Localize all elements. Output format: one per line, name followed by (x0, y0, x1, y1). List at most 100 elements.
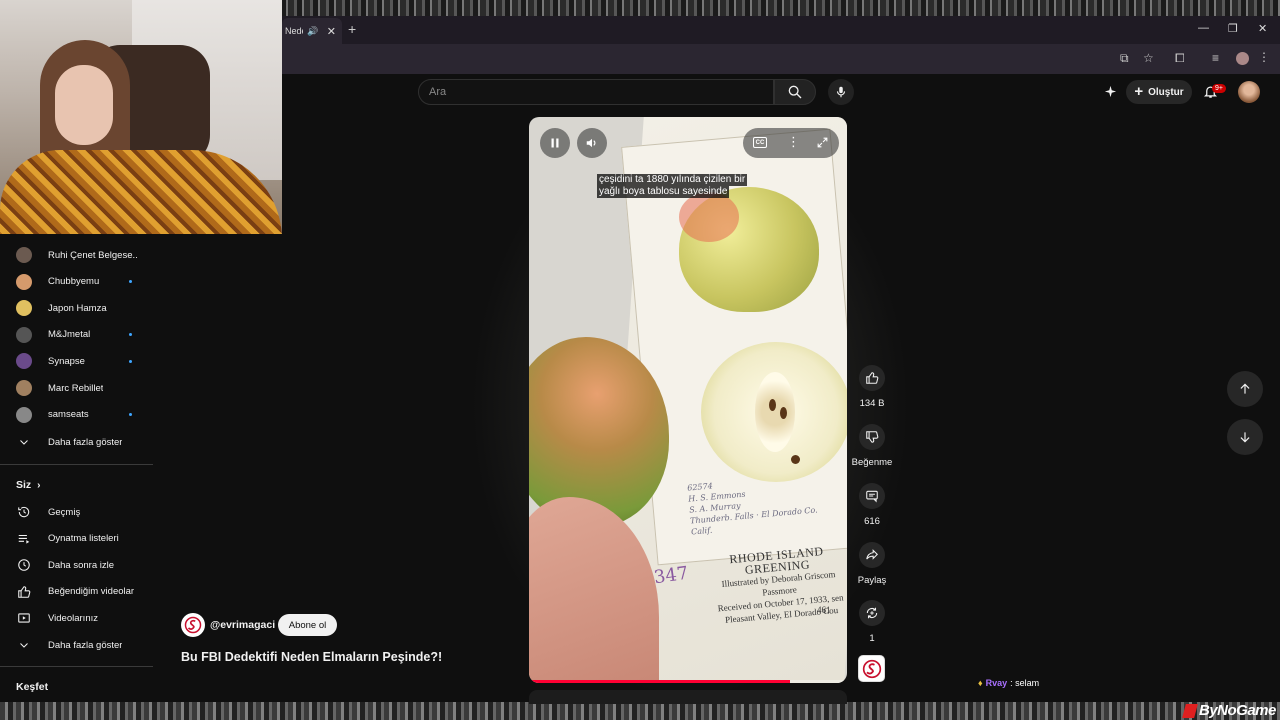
video-caption: çeşidini ta 1880 yılında çizilen bir yağ… (597, 174, 748, 198)
new-content-dot (129, 333, 132, 337)
sidebar-subscription-item[interactable]: samseats (0, 402, 153, 428)
close-icon[interactable]: ✕ (327, 25, 336, 38)
dislike-button[interactable] (859, 424, 885, 450)
comments-button[interactable] (859, 483, 885, 509)
remix-button[interactable] (859, 600, 885, 626)
chat-badge-icon: ♦ (978, 678, 983, 688)
section-title: Keşfet (16, 681, 49, 693)
thumbs-up-icon (16, 584, 32, 600)
like-button[interactable] (859, 365, 885, 391)
channel-avatar (16, 353, 32, 370)
sidebar-item-video[interactable]: Videolarınız (0, 605, 153, 631)
sidebar-show-more-subscriptions[interactable]: Daha fazla göster (0, 429, 153, 455)
notification-badge: 9+ (1212, 84, 1226, 93)
media-control-icon[interactable]: ≡ (1212, 51, 1219, 65)
plus-icon[interactable]: + (348, 21, 356, 37)
sound-thumbnail[interactable] (858, 655, 885, 682)
arrow-down-icon (1240, 432, 1250, 443)
pause-button[interactable] (540, 128, 570, 158)
video-title[interactable]: Bu FBI Dedektifi Neden Elmaların Peşinde… (181, 650, 442, 664)
share-button[interactable] (859, 542, 885, 568)
sidebar-item-history[interactable]: Geçmiş (0, 499, 153, 525)
install-app-icon[interactable]: ⧉ (1120, 51, 1129, 66)
evrim-agaci-logo-icon (184, 616, 202, 634)
bookmark-star-icon[interactable]: ☆ (1143, 51, 1154, 65)
sidebar-item-label: Ruhi Çenet Belgese... (48, 249, 138, 261)
sidebar-item-label: Beğendiğim videolar (48, 586, 135, 598)
chevron-down-icon (16, 637, 32, 653)
sidebar-divider (0, 464, 153, 465)
evrim-agaci-logo-icon (862, 659, 881, 678)
more-vert-icon[interactable]: ⋮ (787, 134, 800, 150)
comment-count: 616 (864, 516, 880, 527)
sidebar-subscription-item[interactable]: Japon Hamza (0, 295, 153, 321)
speaker-icon[interactable]: 🔊 (307, 26, 318, 37)
sidebar-subscription-item[interactable]: Ruhi Çenet Belgese... (0, 242, 153, 268)
restore-icon[interactable]: ❐ (1228, 22, 1238, 35)
channel-avatar (16, 406, 32, 423)
sidebar-item-label: Daha sonra izle (48, 559, 115, 571)
sidebar-divider (0, 666, 153, 667)
next-short-preview (529, 690, 847, 704)
channel-avatar (16, 380, 32, 396)
sidebar-subscription-item[interactable]: Marc Rebillet (0, 375, 153, 401)
player-controls-pill: CC ⋮ (743, 128, 839, 158)
window-close-icon[interactable]: ✕ (1258, 22, 1267, 35)
voice-search-button[interactable] (828, 79, 854, 105)
chevron-down-icon (16, 434, 32, 450)
search-box (418, 79, 774, 105)
browser-toolbar: ⧉ ☆ ⧠ ≡ ⋮ (282, 44, 1280, 74)
browser-tab[interactable]: Nede 🔊 ✕ (282, 18, 342, 44)
sidebar-item-label: M&Jmetal (48, 329, 91, 341)
create-button[interactable]: + Oluştur (1126, 80, 1192, 104)
sidebar-item-clock[interactable]: Daha sonra izle (0, 552, 153, 578)
search-button[interactable] (774, 79, 816, 105)
minimize-icon[interactable]: — (1198, 22, 1209, 34)
sidebar-subscription-item[interactable]: M&Jmetal (0, 322, 153, 348)
sidebar: Ruhi Çenet Belgese... Chubbyemu Japon Hamz… (0, 234, 153, 704)
extensions-icon[interactable]: ⧠ (1175, 51, 1185, 66)
previous-short-button[interactable] (1227, 371, 1263, 407)
more-vert-icon[interactable]: ⋮ (1258, 50, 1270, 64)
channel-avatar[interactable] (181, 613, 205, 637)
sidebar-item-label: Daha fazla göster (48, 436, 123, 448)
sidebar-subscription-item[interactable]: Synapse (0, 348, 153, 374)
sidebar-show-more-you[interactable]: Daha fazla göster (0, 632, 153, 658)
shorts-player[interactable]: 62574 H. S. Emmons S. A. Murray Thunderb… (529, 117, 847, 683)
webcam-overlay (0, 0, 282, 234)
share-icon (866, 549, 878, 560)
share-label: Paylaş (857, 575, 887, 586)
next-short-button[interactable] (1227, 419, 1263, 455)
fullscreen-icon[interactable] (816, 136, 829, 149)
channel-avatar (16, 273, 32, 290)
subscribe-button[interactable]: Abone ol (278, 614, 337, 636)
tab-title: Nede (285, 26, 303, 36)
volume-button[interactable] (577, 128, 607, 158)
sidebar-item-playlist[interactable]: Oynatma listeleri (0, 526, 153, 552)
channel-name[interactable]: @evrimagaci (210, 619, 275, 631)
sidebar-subscription-item[interactable]: Chubbyemu (0, 269, 153, 295)
sidebar-item-label: Marc Rebillet (48, 382, 104, 394)
section-title: Siz (16, 479, 32, 491)
bynogame-logo-icon (1182, 703, 1198, 718)
progress-bar[interactable] (529, 680, 847, 683)
video-icon (16, 610, 32, 626)
volume-icon (586, 138, 596, 148)
captions-icon[interactable]: CC (753, 137, 767, 148)
channel-avatar (16, 300, 32, 317)
stream-overlay-bottom (0, 702, 1280, 720)
comment-icon (866, 490, 878, 503)
sidebar-section-explore[interactable]: Keşfet (16, 681, 48, 693)
search-input[interactable] (429, 80, 759, 104)
sparkle-icon[interactable] (1103, 84, 1118, 104)
user-avatar[interactable] (1238, 81, 1260, 103)
sidebar-section-you[interactable]: Siz › (16, 479, 41, 491)
thumbs-up-icon (866, 372, 879, 384)
new-content-dot (129, 359, 132, 363)
chevron-right-icon: › (37, 479, 41, 491)
sidebar-item-thumbs-up[interactable]: Beğendiğim videolar (0, 579, 153, 605)
history-icon (16, 504, 32, 520)
sidebar-item-label: Oynatma listeleri (48, 533, 119, 545)
profile-avatar[interactable] (1236, 52, 1249, 65)
remix-icon (866, 607, 878, 619)
